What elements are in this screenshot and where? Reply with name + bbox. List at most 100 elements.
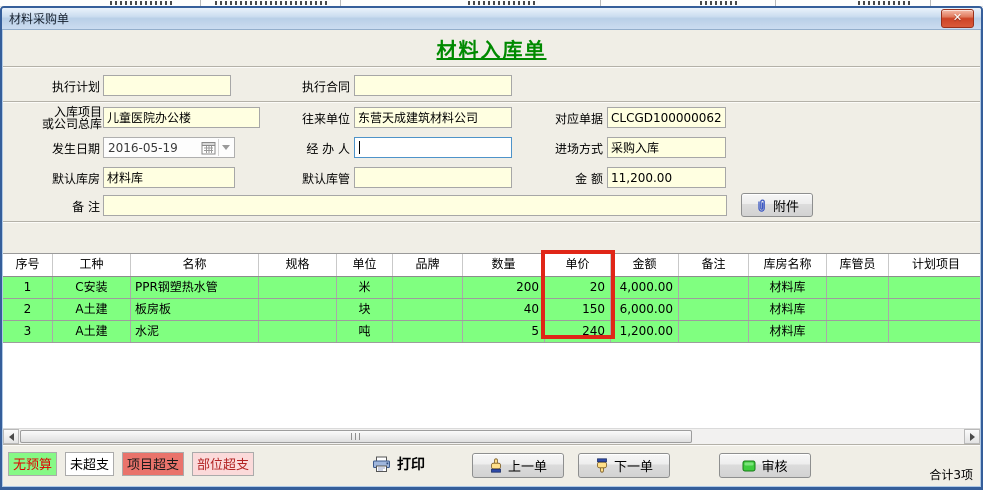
table-cell[interactable] [889, 299, 980, 320]
items-table: 序号工种名称规格单位品牌数量单价金额备注库房名称库管员计划项目 1C安装PPR钢… [3, 253, 980, 429]
previous-order-button[interactable]: 上一单 [472, 453, 564, 478]
column-header[interactable]: 计划项目 [889, 254, 980, 276]
column-header[interactable]: 单位 [337, 254, 393, 276]
table-cell[interactable]: 4,000.00 [611, 277, 679, 298]
keeper-input[interactable] [354, 167, 512, 188]
table-cell[interactable] [259, 321, 337, 342]
table-cell[interactable]: 200 [463, 277, 545, 298]
dialog-title: 材料采购单 [9, 10, 69, 27]
column-header[interactable]: 工种 [53, 254, 131, 276]
table-cell[interactable] [259, 277, 337, 298]
table-cell[interactable]: 吨 [337, 321, 393, 342]
table-cell[interactable]: 5 [463, 321, 545, 342]
table-cell[interactable]: 块 [337, 299, 393, 320]
table-cell[interactable] [679, 277, 749, 298]
close-icon: ✕ [953, 11, 962, 24]
doc-no-input[interactable] [607, 107, 726, 128]
green-square-icon [742, 460, 756, 472]
column-header[interactable]: 数量 [463, 254, 545, 276]
table-cell[interactable]: C安装 [53, 277, 131, 298]
table-cell[interactable]: A土建 [53, 299, 131, 320]
audit-label: 审核 [761, 456, 787, 475]
column-header[interactable]: 库房名称 [749, 254, 827, 276]
handler-input[interactable] [354, 137, 512, 158]
table-header-row: 序号工种名称规格单位品牌数量单价金额备注库房名称库管员计划项目 [3, 254, 980, 277]
legend-chip: 未超支 [65, 452, 114, 476]
table-cell[interactable] [827, 321, 889, 342]
table-cell[interactable] [679, 321, 749, 342]
table-cell[interactable] [889, 321, 980, 342]
audit-button[interactable]: 审核 [719, 453, 811, 478]
project-input[interactable] [103, 107, 260, 128]
entry-mode-input[interactable] [607, 137, 726, 158]
table-body: 1C安装PPR钢塑热水管米200204,000.00材料库2A土建板房板块401… [3, 277, 980, 343]
column-header[interactable]: 备注 [679, 254, 749, 276]
table-cell[interactable]: 1,200.00 [611, 321, 679, 342]
table-cell[interactable] [393, 321, 463, 342]
column-header[interactable]: 品牌 [393, 254, 463, 276]
next-order-button[interactable]: 下一单 [578, 453, 670, 478]
exec-contract-input[interactable] [354, 75, 512, 96]
table-cell[interactable]: 材料库 [749, 277, 827, 298]
exec-plan-label: 执行计划 [30, 78, 100, 95]
column-header[interactable]: 金额 [611, 254, 679, 276]
exec-plan-input[interactable] [103, 75, 231, 96]
handler-label: 经 办 人 [280, 140, 350, 157]
amount-input[interactable] [607, 167, 726, 188]
keeper-label: 默认库管 [280, 170, 350, 187]
scroll-right-button[interactable] [964, 429, 980, 444]
column-header[interactable]: 序号 [3, 254, 53, 276]
table-cell[interactable]: 6,000.00 [611, 299, 679, 320]
table-cell[interactable]: 水泥 [131, 321, 259, 342]
exec-contract-label: 执行合同 [280, 78, 350, 95]
table-cell[interactable]: 2 [3, 299, 53, 320]
screen: 材料采购单 ✕ 材料入库单 执行计划 执行合同 入库项目或公司总库 往来单位 对… [0, 0, 983, 490]
column-header[interactable]: 库管员 [827, 254, 889, 276]
scroll-left-button[interactable] [3, 429, 19, 444]
column-header[interactable]: 规格 [259, 254, 337, 276]
column-header[interactable]: 名称 [131, 254, 259, 276]
arrow-right-icon [970, 433, 979, 441]
warehouse-input[interactable] [103, 167, 235, 188]
horizontal-scrollbar[interactable] [3, 428, 980, 444]
table-cell[interactable]: 板房板 [131, 299, 259, 320]
table-cell[interactable]: 20 [545, 277, 611, 298]
table-cell[interactable] [393, 299, 463, 320]
table-cell[interactable]: 40 [463, 299, 545, 320]
table-cell[interactable]: 150 [545, 299, 611, 320]
hand-down-icon [595, 458, 609, 473]
table-cell[interactable] [827, 277, 889, 298]
print-button[interactable]: 打印 [372, 454, 425, 474]
table-cell[interactable] [393, 277, 463, 298]
divider [3, 444, 980, 445]
project-label: 入库项目或公司总库 [36, 106, 102, 130]
table-cell[interactable]: 材料库 [749, 299, 827, 320]
remark-input[interactable] [103, 195, 727, 216]
table-cell[interactable] [679, 299, 749, 320]
column-header[interactable]: 单价 [545, 254, 611, 276]
table-cell[interactable]: PPR钢塑热水管 [131, 277, 259, 298]
divider [3, 66, 980, 67]
table-cell[interactable]: 米 [337, 277, 393, 298]
table-cell[interactable]: 3 [3, 321, 53, 342]
date-picker[interactable]: 2016-05-19 [103, 137, 235, 158]
table-row[interactable]: 1C安装PPR钢塑热水管 米 200204,000.00 材料库 [3, 277, 980, 299]
legend-chip: 无预算 [8, 452, 57, 476]
dialog-titlebar: 材料采购单 ✕ [2, 8, 981, 30]
document-title: 材料入库单 [0, 34, 983, 63]
partner-input[interactable] [354, 107, 512, 128]
date-dropdown-button[interactable] [218, 139, 232, 156]
table-cell[interactable] [827, 299, 889, 320]
table-cell[interactable] [259, 299, 337, 320]
partner-label: 往来单位 [280, 110, 350, 127]
attachment-button[interactable]: 附件 [741, 193, 813, 217]
close-button[interactable]: ✕ [941, 9, 974, 28]
table-cell[interactable]: A土建 [53, 321, 131, 342]
table-row[interactable]: 3A土建水泥 吨 52401,200.00 材料库 [3, 321, 980, 343]
table-cell[interactable] [889, 277, 980, 298]
table-cell[interactable]: 材料库 [749, 321, 827, 342]
table-row[interactable]: 2A土建板房板 块 401506,000.00 材料库 [3, 299, 980, 321]
scrollbar-thumb[interactable] [20, 430, 692, 443]
table-cell[interactable]: 1 [3, 277, 53, 298]
table-cell[interactable]: 240 [545, 321, 611, 342]
